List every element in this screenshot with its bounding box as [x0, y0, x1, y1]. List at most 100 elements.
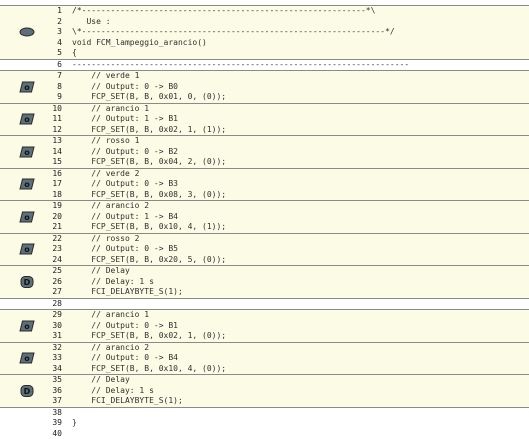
code-line[interactable]: 1 /*-------------------------------------… — [0, 6, 529, 17]
line-number: 5 — [36, 48, 62, 59]
code-line[interactable]: 39} — [0, 418, 529, 429]
code-line[interactable]: 10 // arancio 1 — [0, 104, 529, 115]
code-text[interactable]: // Output: 0 -> B5 — [72, 244, 178, 255]
line-number: 37 — [36, 396, 62, 407]
code-text[interactable]: // arancio 2 — [72, 343, 149, 354]
code-line[interactable]: 20 // Output: 1 -> B4 — [0, 212, 529, 223]
code-line[interactable]: 37 FCI_DELAYBYTE_S(1); — [0, 396, 529, 407]
code-line[interactable]: 24 FCP_SET(B, B, 0x20, 5, (0)); — [0, 255, 529, 266]
code-line[interactable]: 30 // Output: 0 -> B1 — [0, 321, 529, 332]
code-line[interactable]: 29 // arancio 1 — [0, 310, 529, 321]
code-line[interactable]: 15 FCP_SET(B, B, 0x04, 2, (0)); — [0, 157, 529, 168]
code-line[interactable]: 3\*-------------------------------------… — [0, 27, 529, 38]
code-line[interactable]: 36 // Delay: 1 s — [0, 386, 529, 397]
line-number: 27 — [36, 287, 62, 298]
line-number: 35 — [36, 375, 62, 386]
line-number: 29 — [36, 310, 62, 321]
line-number: 13 — [36, 136, 62, 147]
code-line[interactable]: 23 // Output: 0 -> B5 — [0, 244, 529, 255]
code-text[interactable]: FCP_SET(B, B, 0x01, 0, (0)); — [72, 92, 226, 103]
code-line[interactable]: 19 // arancio 2 — [0, 201, 529, 212]
code-text[interactable]: // Delay — [72, 375, 130, 386]
code-line[interactable]: 6 ---------------------------------------… — [0, 60, 529, 71]
code-line[interactable]: 22 // rosso 2 — [0, 234, 529, 245]
line-number: 18 — [36, 190, 62, 201]
code-text[interactable]: Use : — [72, 17, 111, 28]
code-text[interactable]: // Delay: 1 s — [72, 386, 154, 397]
code-line[interactable]: 26 // Delay: 1 s — [0, 277, 529, 288]
code-line[interactable]: 33 // Output: 0 -> B4 — [0, 353, 529, 364]
code-text[interactable]: FCI_DELAYBYTE_S(1); — [72, 396, 183, 407]
line-number: 19 — [36, 201, 62, 212]
code-text[interactable]: // Output: 0 -> B2 — [72, 147, 178, 158]
code-text[interactable]: /*--------------------------------------… — [72, 6, 375, 17]
code-text[interactable]: // Output: 0 -> B4 — [72, 353, 178, 364]
code-editor[interactable]: 1 /*-------------------------------------… — [0, 0, 529, 434]
code-text[interactable]: // verde 2 — [72, 169, 139, 180]
code-text[interactable]: // verde 1 — [72, 71, 139, 82]
code-line[interactable]: 14 // Output: 0 -> B2 — [0, 147, 529, 158]
code-text[interactable]: // Output: 1 -> B1 — [72, 114, 178, 125]
code-text[interactable]: ----------------------------------------… — [72, 60, 409, 71]
line-number: 31 — [36, 331, 62, 342]
code-text[interactable]: FCP_SET(B, B, 0x20, 5, (0)); — [72, 255, 226, 266]
code-text[interactable]: // rosso 2 — [72, 234, 139, 245]
code-line[interactable]: 28 — [0, 299, 529, 310]
line-number: 39 — [36, 418, 62, 429]
code-text[interactable]: } — [72, 418, 77, 429]
code-line[interactable]: 13 // rosso 1 — [0, 136, 529, 147]
code-text[interactable]: // Delay: 1 s — [72, 277, 154, 288]
line-number: 1 — [36, 6, 62, 17]
code-line[interactable]: 31 FCP_SET(B, B, 0x02, 1, (0)); — [0, 331, 529, 342]
code-text[interactable]: // arancio 1 — [72, 104, 149, 115]
line-number: 10 — [36, 104, 62, 115]
line-number: 17 — [36, 179, 62, 190]
code-text[interactable]: // arancio 1 — [72, 310, 149, 321]
code-text[interactable]: FCP_SET(B, B, 0x10, 4, (1)); — [72, 222, 226, 233]
code-line[interactable]: 21 FCP_SET(B, B, 0x10, 4, (1)); — [0, 222, 529, 233]
code-line[interactable]: 5{ — [0, 48, 529, 59]
code-line[interactable]: 11 // Output: 1 -> B1 — [0, 114, 529, 125]
code-text[interactable]: FCP_SET(B, B, 0x10, 4, (0)); — [72, 364, 226, 375]
line-number: 7 — [36, 71, 62, 82]
line-number: 12 — [36, 125, 62, 136]
code-text[interactable]: { — [72, 48, 77, 59]
code-line[interactable]: 2 Use : — [0, 17, 529, 28]
line-number: 14 — [36, 147, 62, 158]
code-line[interactable]: 17 // Output: 0 -> B3 — [0, 179, 529, 190]
line-number: 26 — [36, 277, 62, 288]
code-line[interactable]: 35 // Delay — [0, 375, 529, 386]
code-text[interactable]: // Output: 0 -> B0 — [72, 82, 178, 93]
code-line[interactable]: 25 // Delay — [0, 266, 529, 277]
code-text[interactable]: FCP_SET(B, B, 0x02, 1, (1)); — [72, 125, 226, 136]
line-number: 30 — [36, 321, 62, 332]
code-line[interactable]: 32 // arancio 2 — [0, 343, 529, 354]
code-text[interactable]: void FCM_lampeggio_arancio() — [72, 38, 207, 49]
code-line[interactable]: 4void FCM_lampeggio_arancio() — [0, 38, 529, 49]
line-number: 38 — [36, 408, 62, 419]
code-line[interactable]: 18 FCP_SET(B, B, 0x08, 3, (0)); — [0, 190, 529, 201]
code-text[interactable]: FCP_SET(B, B, 0x08, 3, (0)); — [72, 190, 226, 201]
code-text[interactable]: \*--------------------------------------… — [72, 27, 395, 38]
code-line[interactable]: 16 // verde 2 — [0, 169, 529, 180]
code-text[interactable]: // Delay — [72, 266, 130, 277]
code-line[interactable]: 12 FCP_SET(B, B, 0x02, 1, (1)); — [0, 125, 529, 136]
line-number: 34 — [36, 364, 62, 375]
code-text[interactable]: // Output: 0 -> B3 — [72, 179, 178, 190]
code-line[interactable]: 34 FCP_SET(B, B, 0x10, 4, (0)); — [0, 364, 529, 375]
code-line[interactable]: 7 // verde 1 — [0, 71, 529, 82]
code-text[interactable]: FCP_SET(B, B, 0x02, 1, (0)); — [72, 331, 226, 342]
code-text[interactable]: FCI_DELAYBYTE_S(1); — [72, 287, 183, 298]
code-text[interactable]: // arancio 2 — [72, 201, 149, 212]
code-text[interactable]: // Output: 0 -> B1 — [72, 321, 178, 332]
code-text[interactable]: FCP_SET(B, B, 0x04, 2, (0)); — [72, 157, 226, 168]
code-line[interactable]: 27 FCI_DELAYBYTE_S(1); — [0, 287, 529, 298]
code-text[interactable]: // rosso 1 — [72, 136, 139, 147]
code-line[interactable]: 38 — [0, 408, 529, 419]
line-number: 9 — [36, 92, 62, 103]
line-number: 32 — [36, 343, 62, 354]
line-number: 6 — [36, 60, 62, 71]
code-text[interactable]: // Output: 1 -> B4 — [72, 212, 178, 223]
code-line[interactable]: 9 FCP_SET(B, B, 0x01, 0, (0)); — [0, 92, 529, 103]
code-line[interactable]: 8 // Output: 0 -> B0 — [0, 82, 529, 93]
